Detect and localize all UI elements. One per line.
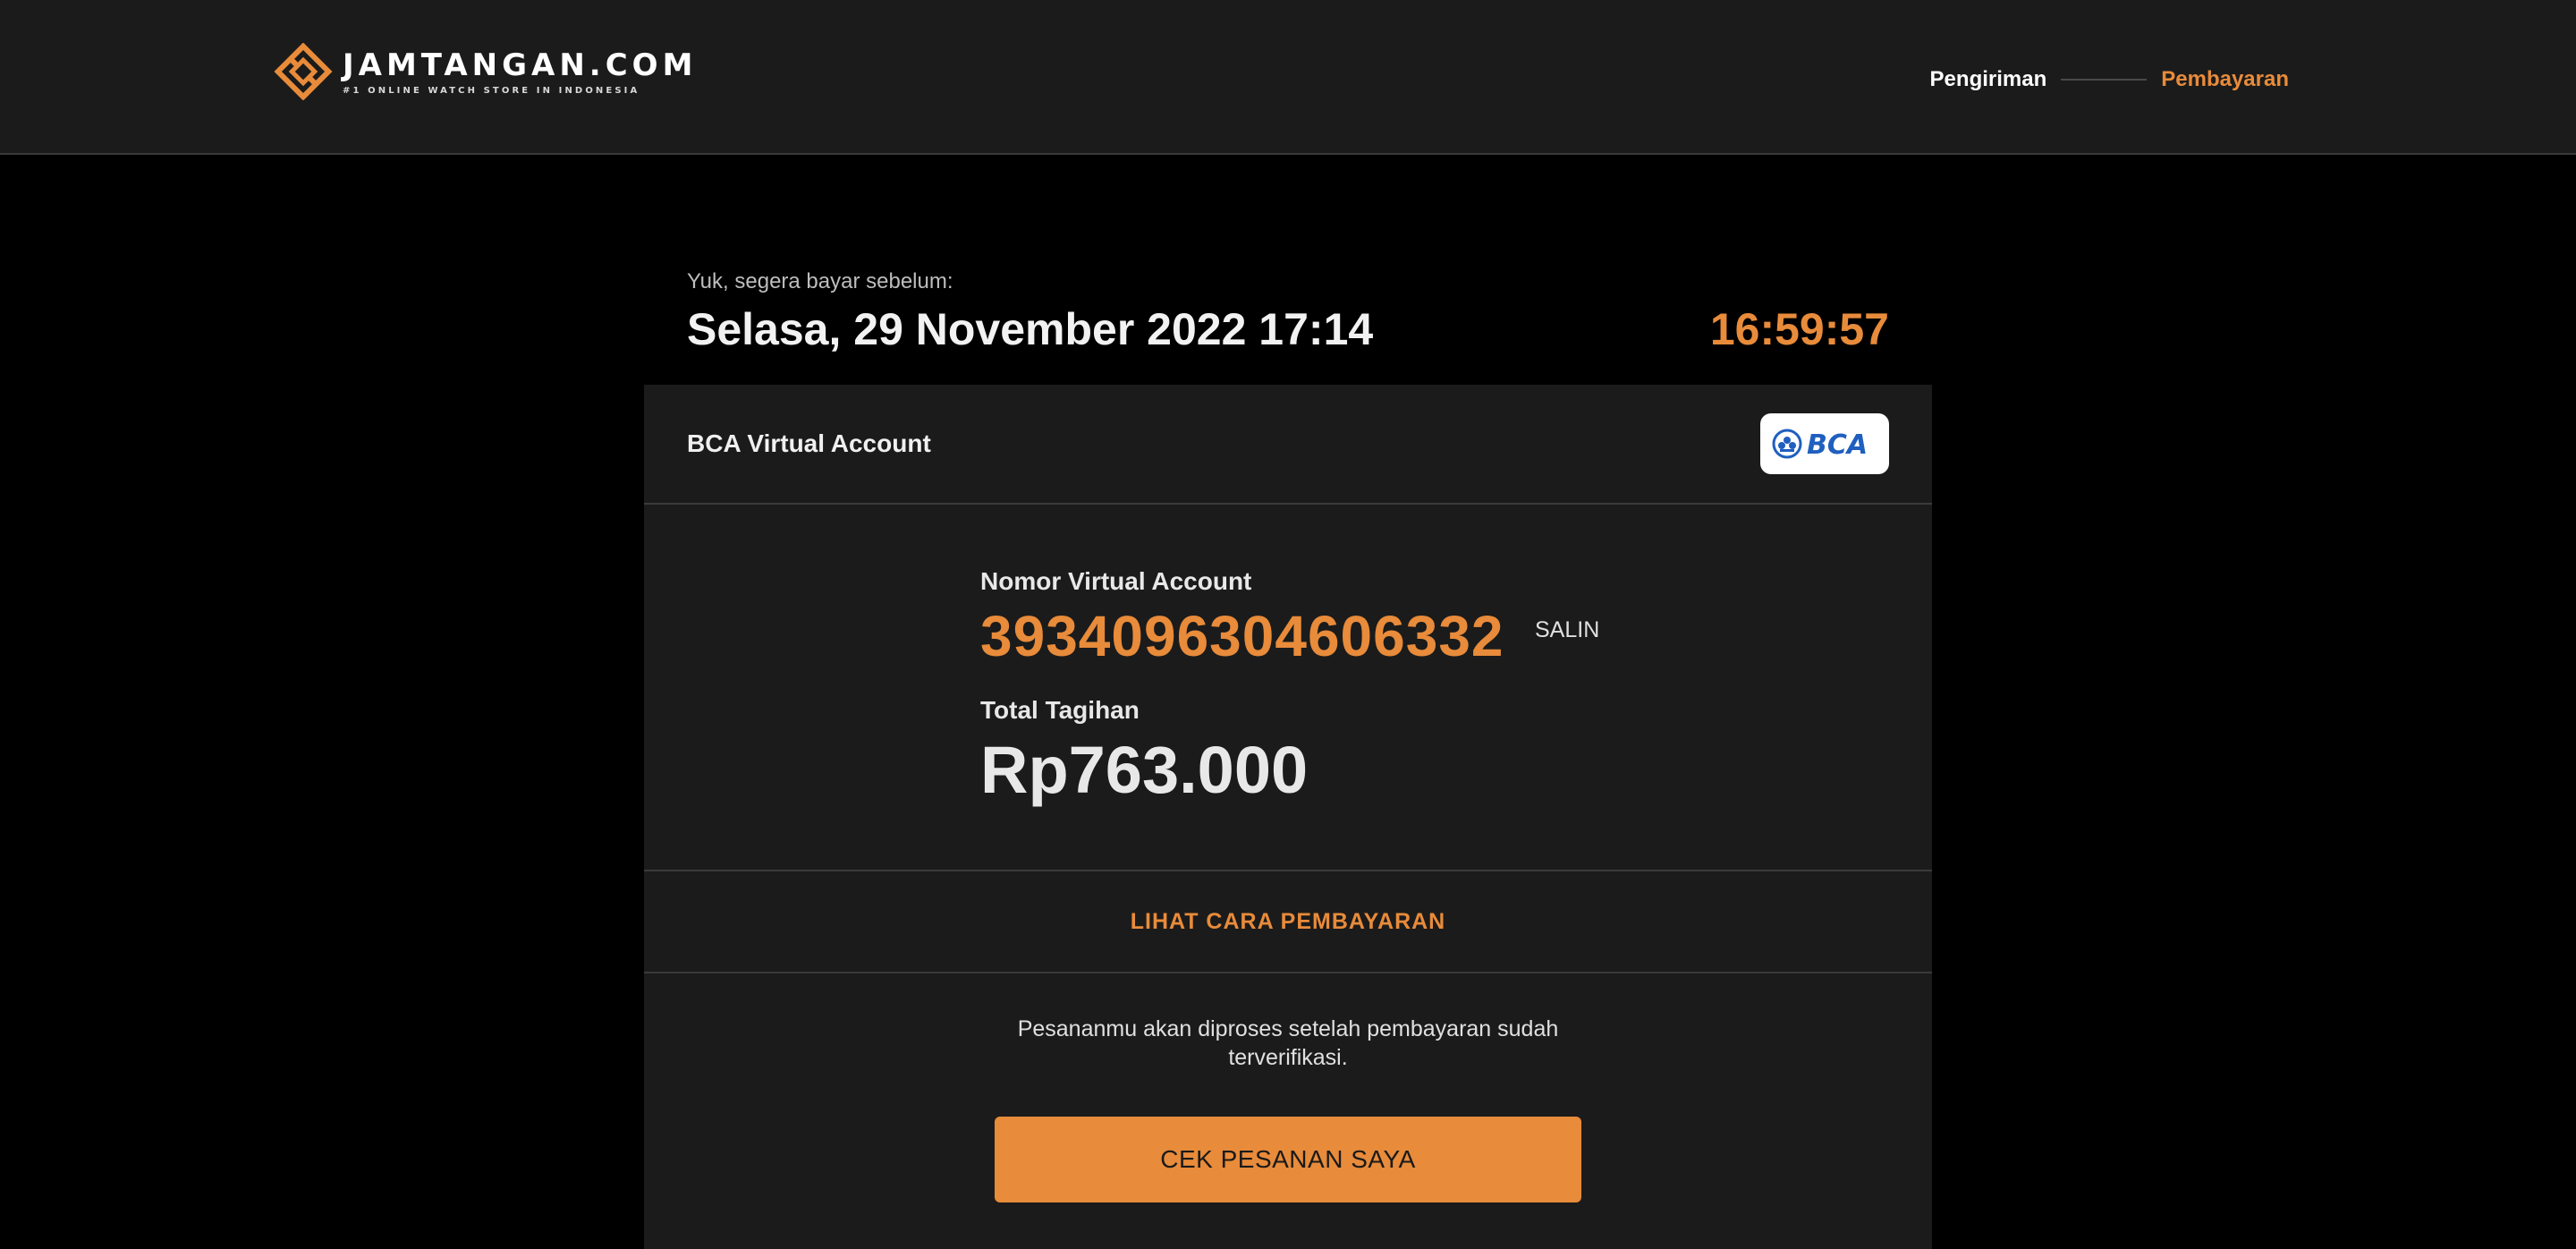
- copy-va-button[interactable]: SALIN: [1535, 617, 1599, 643]
- checkout-steps: Pengiriman Pembayaran: [1930, 64, 2289, 95]
- total-amount: Rp763.000: [980, 733, 1309, 807]
- payment-method-name: BCA Virtual Account: [687, 429, 931, 457]
- payment-card: BCA Virtual Account BCA Nomor Virtual Ac…: [644, 385, 1932, 1249]
- deadline-date: Selasa, 29 November 2022 17:14: [687, 304, 1374, 354]
- verification-note: Pesananmu akan diproses setelah pembayar…: [1017, 1016, 1559, 1070]
- brand-tagline: #1 ONLINE WATCH STORE IN INDONESIA: [343, 85, 640, 96]
- payment-content: Yuk, segera bayar sebelum: Selasa, 29 No…: [644, 155, 1932, 1249]
- bca-logo-graphic: BCA: [1772, 429, 1868, 461]
- step-connector: [2061, 79, 2148, 81]
- check-order-button[interactable]: CEK PESANAN SAYA: [995, 1117, 1581, 1202]
- virtual-account-block: Nomor Virtual Account 3934096304606332 S…: [644, 506, 1932, 871]
- brand-wordmark: JAMTANGAN.COM #1 ONLINE WATCH STORE IN I…: [343, 48, 697, 96]
- top-header: JAMTANGAN.COM #1 ONLINE WATCH STORE IN I…: [0, 0, 2576, 155]
- va-number: 3934096304606332: [980, 604, 1504, 668]
- payment-deadline: Yuk, segera bayar sebelum: Selasa, 29 No…: [687, 269, 1889, 359]
- payment-method-row: BCA Virtual Account BCA: [644, 385, 1932, 505]
- deadline-label: Yuk, segera bayar sebelum:: [687, 269, 953, 293]
- countdown-timer: 16:59:57: [1709, 304, 1889, 354]
- step-pembayaran: Pembayaran: [2161, 67, 2289, 91]
- jamtangan-logo-icon: [274, 43, 333, 100]
- svg-text:BCA: BCA: [1807, 429, 1868, 461]
- total-label: Total Tagihan: [980, 696, 1140, 724]
- brand-logo[interactable]: JAMTANGAN.COM #1 ONLINE WATCH STORE IN I…: [273, 43, 697, 100]
- payment-instructions-link[interactable]: LIHAT CARA PEMBAYARAN: [1131, 909, 1446, 935]
- va-label: Nomor Virtual Account: [980, 567, 1252, 595]
- brand-name: JAMTANGAN.COM: [343, 47, 698, 83]
- howto-row: LIHAT CARA PEMBAYARAN: [644, 871, 1932, 973]
- step-pengiriman[interactable]: Pengiriman: [1930, 67, 2047, 92]
- bca-logo-icon: BCA: [1760, 413, 1889, 474]
